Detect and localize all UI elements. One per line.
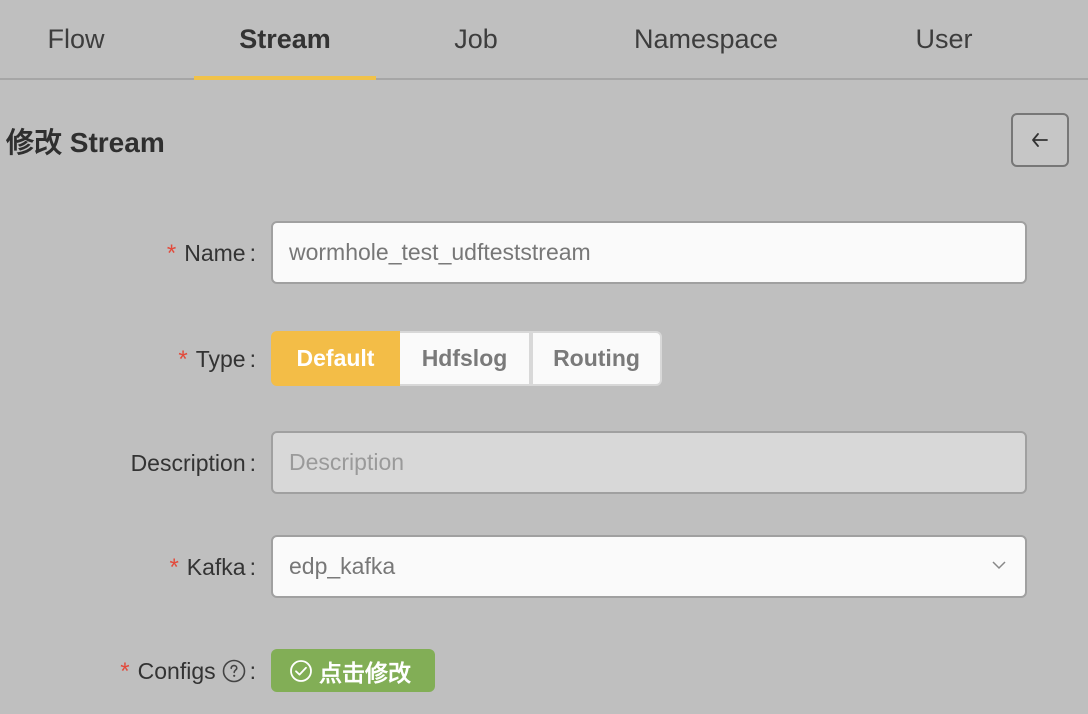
name-label: * Name: — [166, 240, 256, 267]
type-label: * Type: — [178, 346, 256, 373]
type-radio-group: Default Hdfslog Routing — [271, 331, 662, 386]
name-input[interactable]: wormhole_test_udfteststream — [271, 221, 1027, 284]
check-circle-icon — [289, 659, 313, 683]
kafka-label-text: Kafka — [186, 554, 246, 580]
kafka-select-value: edp_kafka — [289, 553, 396, 579]
page-title: 修改 Stream — [6, 127, 165, 158]
arrow-left-icon — [1032, 133, 1048, 147]
tab-user[interactable]: User — [884, 0, 1004, 80]
required-mark: * — [120, 658, 130, 685]
tab-flow[interactable]: Flow — [16, 0, 136, 80]
top-tabs: Flow Stream Job Namespace User — [0, 0, 1088, 80]
active-tab-indicator — [194, 76, 376, 80]
type-label-text: Type — [195, 346, 246, 372]
type-option-hdfslog[interactable]: Hdfslog — [400, 331, 531, 386]
tab-namespace[interactable]: Namespace — [606, 0, 806, 80]
description-label-text: Description — [130, 450, 246, 476]
configs-label: * Configs : — [120, 658, 256, 685]
description-label: Description: — [130, 450, 256, 476]
required-mark: * — [178, 346, 188, 373]
required-mark: * — [169, 554, 179, 581]
question-circle-icon[interactable] — [222, 659, 246, 683]
back-button[interactable] — [1011, 113, 1069, 167]
configs-label-text: Configs — [137, 658, 216, 684]
chevron-down-icon — [992, 561, 1006, 570]
edit-configs-button[interactable]: 点击修改 — [271, 649, 435, 692]
edit-configs-button-label: 点击修改 — [319, 659, 411, 686]
kafka-label: * Kafka: — [169, 554, 256, 581]
required-mark: * — [166, 240, 177, 267]
name-label-text: Name — [184, 240, 246, 266]
tab-job[interactable]: Job — [416, 0, 536, 80]
kafka-select[interactable]: edp_kafka — [271, 535, 1027, 598]
type-option-default[interactable]: Default — [271, 331, 400, 386]
description-input[interactable]: Description — [271, 431, 1027, 494]
tab-stream[interactable]: Stream — [194, 0, 376, 80]
stream-edit-page: Flow Stream Job Namespace User 修改 Stream… — [0, 0, 1088, 714]
type-option-routing[interactable]: Routing — [531, 331, 662, 386]
